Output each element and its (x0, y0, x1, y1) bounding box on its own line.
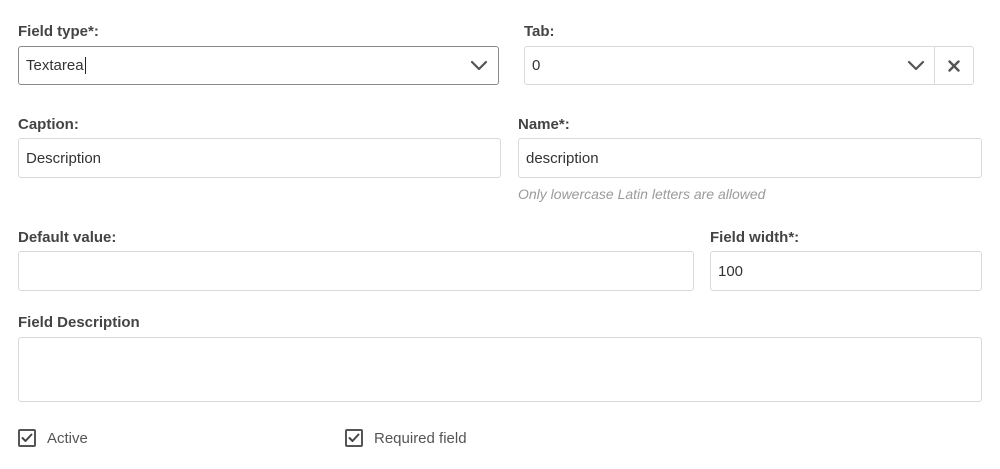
required-checkbox[interactable] (345, 429, 363, 447)
caption-label: Caption: (18, 116, 79, 133)
default-value-label: Default value: (18, 229, 117, 246)
field-type-value-wrap: Textarea (26, 47, 86, 84)
name-hint: Only lowercase Latin letters are allowed (518, 186, 766, 202)
default-value-input[interactable] (18, 251, 694, 291)
field-width-value: 100 (718, 262, 744, 280)
caption-value: Description (26, 149, 102, 167)
checkmark-icon (21, 433, 33, 442)
chevron-down-icon[interactable] (907, 58, 925, 74)
required-label: Required field (374, 429, 467, 447)
name-value: description (526, 149, 599, 167)
tab-value: 0 (532, 57, 541, 74)
text-cursor (84, 57, 86, 74)
tab-select[interactable]: 0 (524, 46, 974, 85)
field-type-select[interactable]: Textarea (18, 46, 499, 85)
field-width-label: Field width*: (710, 229, 800, 246)
chevron-down-icon[interactable] (470, 58, 488, 74)
checkmark-icon (348, 433, 360, 442)
tab-clear-button[interactable] (934, 47, 973, 84)
tab-label: Tab: (524, 23, 555, 40)
field-description-label: Field Description (18, 314, 140, 331)
active-checkbox[interactable] (18, 429, 36, 447)
active-checkbox-row[interactable]: Active (18, 429, 88, 447)
field-width-input[interactable]: 100 (710, 251, 982, 291)
name-input[interactable]: description (518, 138, 982, 178)
name-label: Name*: (518, 116, 570, 133)
field-type-label: Field type*: (18, 23, 99, 40)
field-description-textarea[interactable] (18, 337, 982, 402)
caption-input[interactable]: Description (18, 138, 501, 178)
active-label: Active (47, 429, 88, 447)
required-checkbox-row[interactable]: Required field (345, 429, 467, 447)
close-icon (948, 59, 960, 72)
field-type-value: Textarea (26, 57, 84, 74)
